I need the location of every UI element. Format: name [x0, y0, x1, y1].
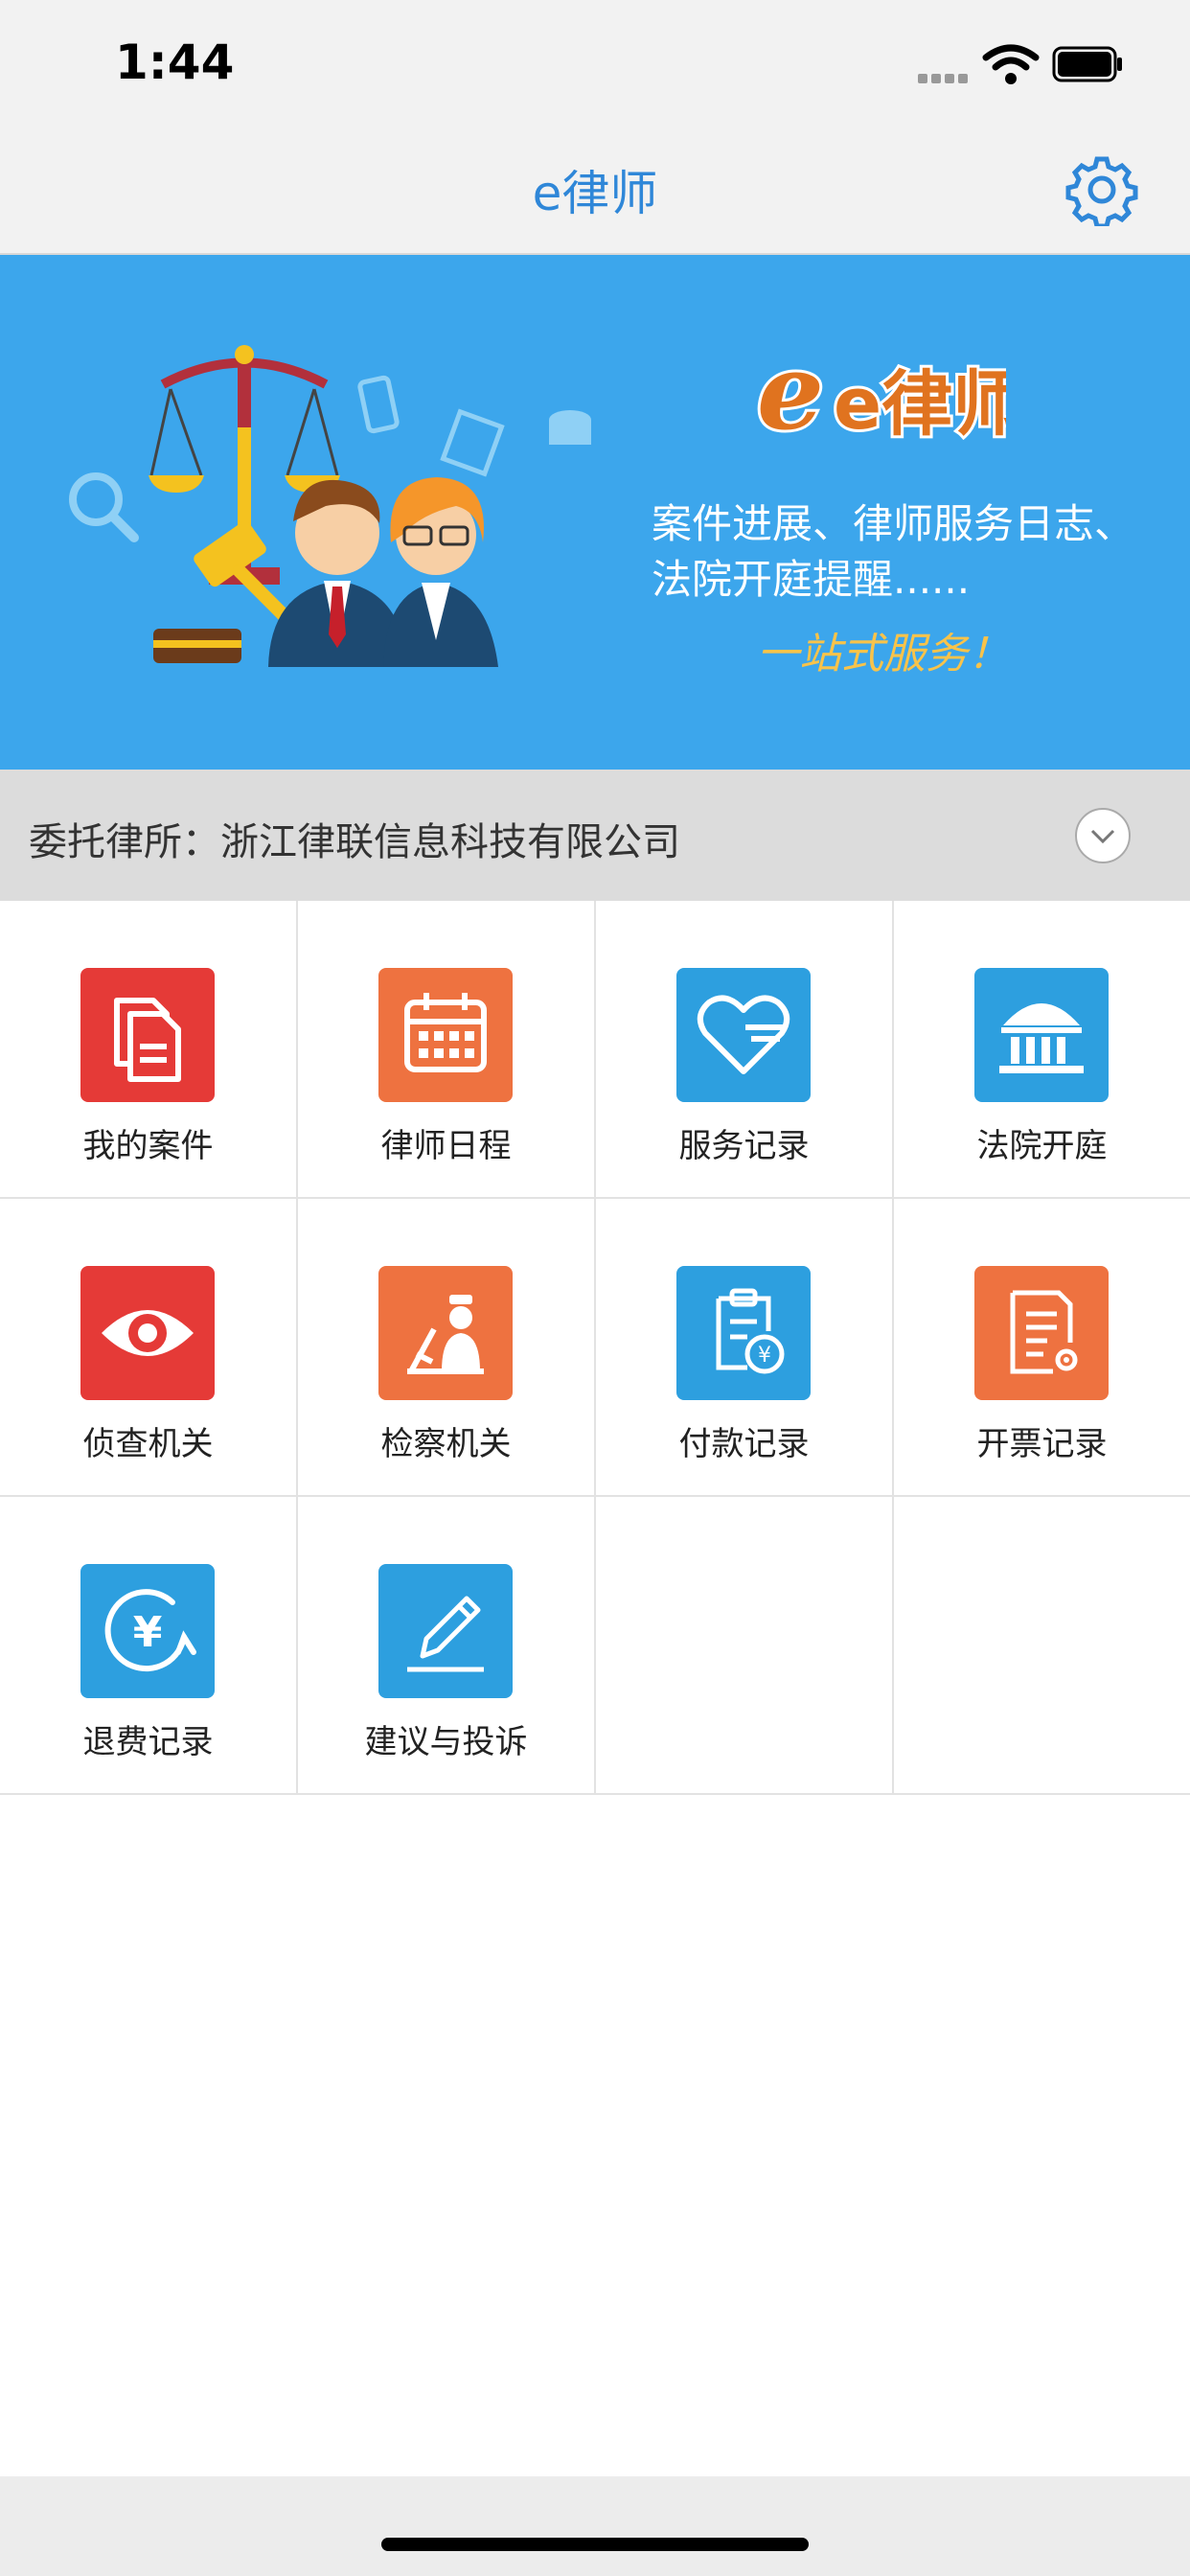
menu-label: 侦查机关: [82, 1425, 214, 1463]
menu-item-service-records[interactable]: 服务记录: [596, 901, 894, 1199]
heart-icon: [676, 968, 811, 1102]
menu-label: 付款记录: [678, 1425, 810, 1463]
menu-item-my-cases[interactable]: 我的案件: [0, 901, 298, 1199]
home-indicator-area: [0, 2476, 1190, 2576]
firm-label: 委托律所：浙江律联信息科技有限公司: [29, 820, 680, 864]
calendar-icon: [378, 968, 513, 1102]
menu-label: 服务记录: [678, 1127, 810, 1165]
promo-banner: e e律师 案件进展、律师服务日志、 法院开庭提醒...... 一站式服务！: [0, 255, 1190, 770]
signal-icon: [918, 69, 972, 87]
menu-label: 建议与投诉: [364, 1723, 528, 1761]
menu-label: 我的案件: [82, 1127, 214, 1165]
wifi-icon: [982, 44, 1040, 84]
menu-item-refund-records[interactable]: ¥ 退费记录: [0, 1497, 298, 1795]
menu-item-payment-records[interactable]: ¥ 付款记录: [596, 1199, 894, 1497]
firm-selector[interactable]: 委托律所：浙江律联信息科技有限公司: [0, 770, 1190, 901]
svg-text:¥: ¥: [758, 1344, 771, 1368]
menu-item-suggestions-complaints[interactable]: 建议与投诉: [298, 1497, 596, 1795]
clipboard-yen-icon: ¥: [676, 1266, 811, 1400]
empty-cell: [894, 1497, 1190, 1795]
menu-item-lawyer-schedule[interactable]: 律师日程: [298, 901, 596, 1199]
menu-item-invoice-records[interactable]: 开票记录: [894, 1199, 1190, 1497]
navigation-bar: e律师: [0, 128, 1190, 255]
banner-slogan: 一站式服务！: [757, 630, 1010, 678]
menu-label: 法院开庭: [976, 1127, 1108, 1165]
courthouse-icon: [974, 968, 1109, 1102]
menu-label: 退费记录: [82, 1723, 214, 1761]
chevron-down-icon[interactable]: [1075, 808, 1131, 863]
menu-label: 律师日程: [380, 1127, 512, 1165]
prosecutor-icon: [378, 1266, 513, 1400]
invoice-gear-icon: [974, 1266, 1109, 1400]
page-title: e律师: [532, 166, 658, 221]
menu-label: 检察机关: [380, 1425, 512, 1463]
menu-item-court-hearing[interactable]: 法院开庭: [894, 901, 1190, 1199]
settings-gear-icon[interactable]: [1065, 153, 1138, 226]
empty-cell: [596, 1497, 894, 1795]
menu-item-investigation-agency[interactable]: 侦查机关: [0, 1199, 298, 1497]
svg-text:e律师: e律师: [834, 363, 1006, 446]
lawyers-illustration: [69, 345, 591, 667]
e-lawyer-logo: e e律师: [754, 337, 1006, 452]
refund-yen-icon: ¥: [80, 1564, 215, 1698]
svg-text:¥: ¥: [133, 1608, 163, 1657]
battery-icon: [1052, 46, 1122, 82]
menu-item-procuratorate[interactable]: 检察机关: [298, 1199, 596, 1497]
eye-icon: [80, 1266, 215, 1400]
status-time: 1:44: [115, 34, 235, 90]
document-copy-icon: [80, 968, 215, 1102]
pencil-icon: [378, 1564, 513, 1698]
status-bar: 1:44: [0, 0, 1190, 128]
home-indicator[interactable]: [381, 2538, 809, 2551]
menu-label: 开票记录: [976, 1425, 1108, 1463]
svg-text:e: e: [757, 337, 824, 452]
banner-tagline: 案件进展、律师服务日志、 法院开庭提醒......: [652, 500, 1135, 603]
